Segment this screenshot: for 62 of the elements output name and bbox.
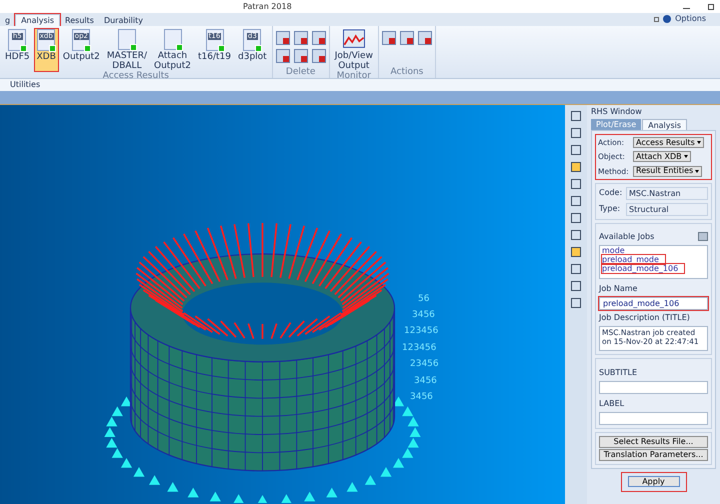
ribbon-tab[interactable]: Durability xyxy=(98,14,148,26)
field-label: Job Name xyxy=(599,282,638,295)
window-title: Patran 2018 xyxy=(243,2,292,10)
constraint-label: 3456 xyxy=(414,377,437,386)
ribbon-tab[interactable]: Analysis xyxy=(15,14,60,26)
group-label: Access Results xyxy=(102,71,170,82)
text-field[interactable] xyxy=(599,380,708,394)
constraint-label: 3456 xyxy=(410,393,433,402)
field-label: LABEL xyxy=(599,398,626,410)
constraint-label: 56 xyxy=(418,295,430,304)
job-list-item[interactable]: mode xyxy=(602,246,705,255)
tool-icon[interactable] xyxy=(418,31,432,45)
panel-button[interactable]: Select Results File... xyxy=(599,436,708,448)
read-only-field: Structural xyxy=(626,202,708,216)
group-label: Delete xyxy=(284,67,316,78)
constraint-label: 23456 xyxy=(410,360,439,369)
field-label: Job Description (TITLE) xyxy=(599,312,691,324)
dropdown[interactable]: Access Results xyxy=(633,137,704,148)
ribbon-button[interactable]: MASTER/ DBALL xyxy=(104,29,149,71)
options-menu[interactable]: Options xyxy=(675,13,706,25)
group-label: Actions xyxy=(390,67,424,78)
tool-icon[interactable] xyxy=(276,49,290,63)
constraint-label: 123456 xyxy=(404,327,438,336)
caret-icon xyxy=(684,155,688,158)
field-label: SUBTITLE xyxy=(599,366,638,379)
document-icon xyxy=(118,29,136,50)
tool-icon[interactable] xyxy=(276,31,290,45)
dropdown[interactable]: Result Entities xyxy=(633,166,702,177)
read-only-field: MSC.Nastran xyxy=(626,186,708,200)
tool-icon[interactable] xyxy=(312,31,326,45)
menu-item[interactable]: Utilities xyxy=(10,81,40,89)
field-label: Type: xyxy=(599,203,622,216)
document-icon xyxy=(164,29,182,50)
text-field[interactable]: preload_mode_106 xyxy=(599,296,708,310)
constraint-label: 123456 xyxy=(402,344,436,353)
apply-button[interactable]: Apply xyxy=(628,476,680,487)
ribbon-button[interactable]: Job/View Output xyxy=(332,29,375,71)
caret-icon xyxy=(696,141,701,144)
text-field[interactable] xyxy=(599,412,708,425)
tool-icon[interactable] xyxy=(312,49,326,63)
dropdown[interactable]: Attach XDB xyxy=(633,151,691,162)
ribbon-button[interactable]: Attach Output2 xyxy=(152,29,193,71)
panel-tab[interactable]: Analysis xyxy=(642,119,688,130)
ribbon-tab[interactable]: Results xyxy=(60,14,99,26)
constraint-label: 3456 xyxy=(412,311,435,320)
panel-button[interactable]: Translation Parameters... xyxy=(599,448,708,461)
caret-icon xyxy=(695,170,700,173)
job-list-item[interactable]: preload_mode xyxy=(602,254,665,264)
help-icon[interactable] xyxy=(663,15,672,23)
home-icon[interactable] xyxy=(654,16,660,22)
field-label: Code: xyxy=(599,187,623,200)
maximize-icon[interactable] xyxy=(708,4,714,10)
ribbon-tab[interactable]: g xyxy=(0,14,16,26)
group-label: Monitor xyxy=(336,71,372,82)
tool-icon[interactable] xyxy=(400,31,414,45)
tool-icon[interactable] xyxy=(294,31,308,45)
job-list-item[interactable]: preload_mode_106 xyxy=(602,264,684,273)
list-tool-icon[interactable] xyxy=(698,232,708,242)
panel-title: RHS Window xyxy=(590,106,643,118)
field-label: Available Jobs xyxy=(599,230,654,243)
tool-icon[interactable] xyxy=(294,49,308,63)
tool-icon[interactable] xyxy=(382,31,396,45)
